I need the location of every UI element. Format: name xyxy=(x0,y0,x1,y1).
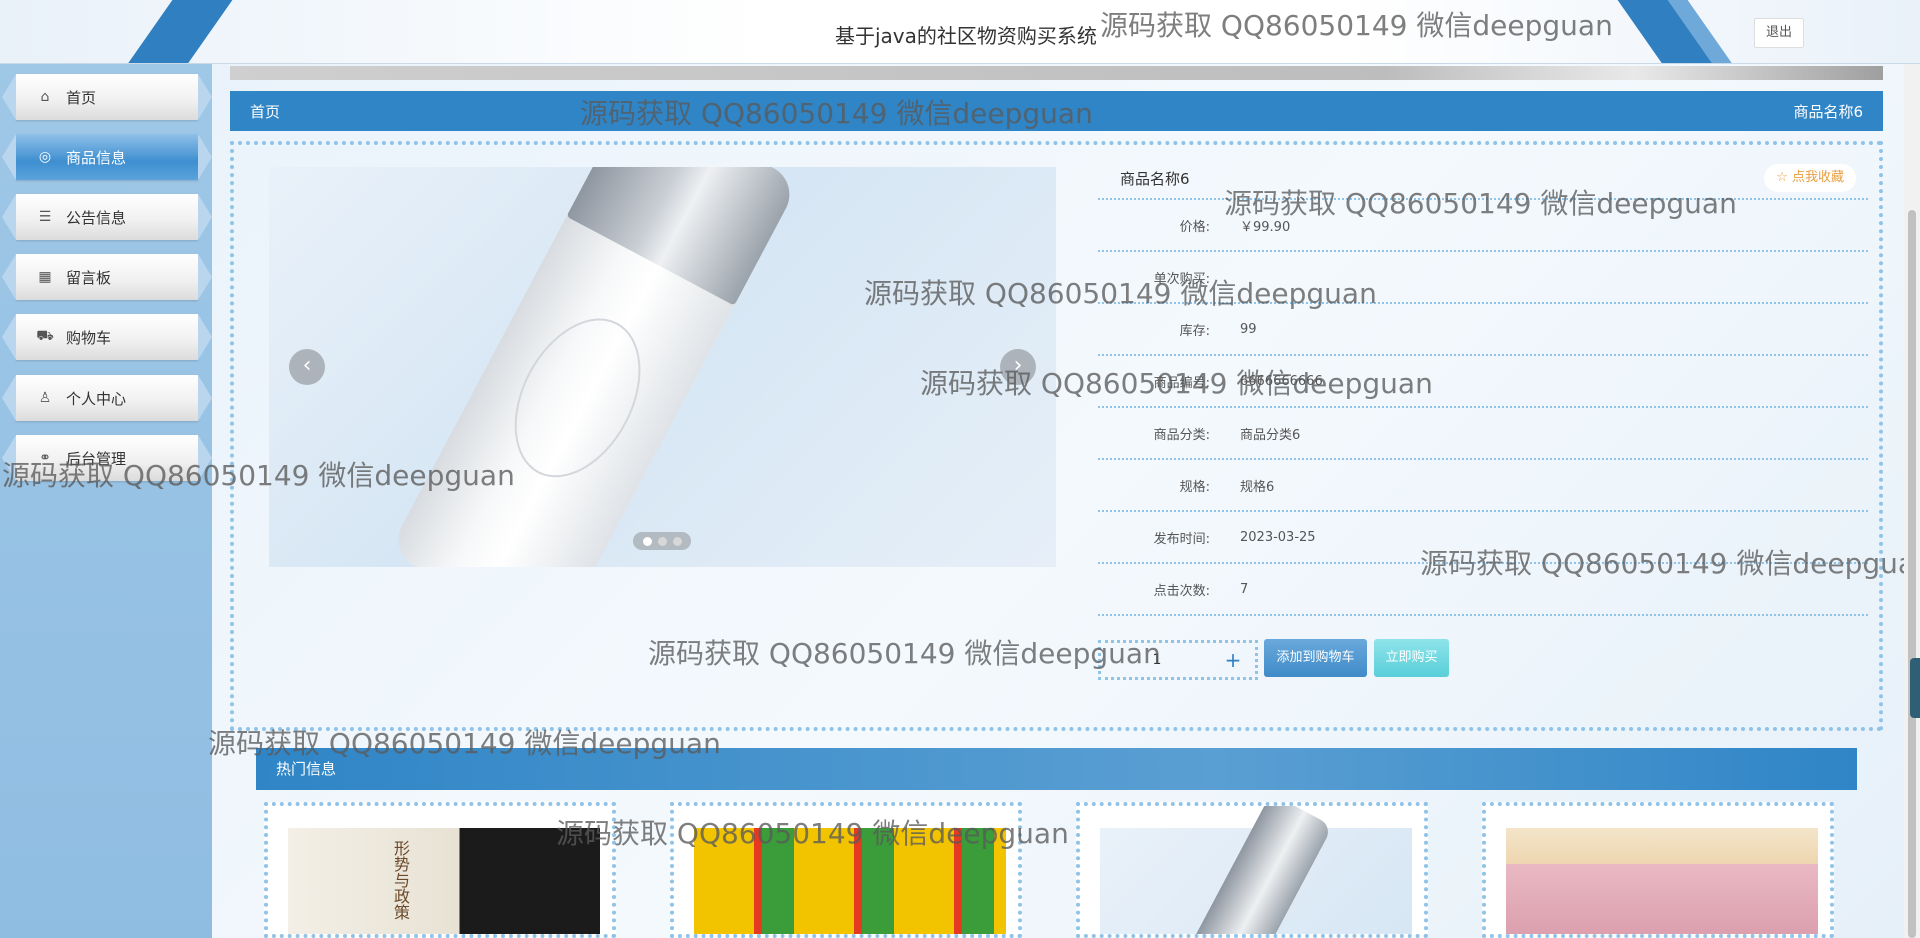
info-label: 规格: xyxy=(1179,479,1210,495)
info-label: 库存: xyxy=(1179,323,1210,339)
hot-section-title: 热门信息 xyxy=(256,748,1857,790)
info-label: 商品编号: xyxy=(1153,375,1210,391)
info-row-publish-date: 发布时间: 2023-03-25 xyxy=(1098,512,1868,564)
sidebar-item-announcements[interactable]: ☰ 公告信息 xyxy=(16,194,198,240)
hot-item-image xyxy=(1100,828,1412,934)
breadcrumb-current: 商品名称6 xyxy=(1793,102,1863,121)
product-name: 商品名称6 xyxy=(1120,169,1190,188)
quantity-stepper: + xyxy=(1098,640,1258,680)
info-value: ￥99.90 xyxy=(1240,219,1291,235)
info-row-spec: 规格: 规格6 xyxy=(1098,460,1868,512)
scrollbar-thumb[interactable] xyxy=(1908,210,1916,938)
hot-item-image xyxy=(694,828,1006,934)
info-row-clicks: 点击次数: 7 xyxy=(1098,564,1868,616)
carousel-next-icon[interactable]: › xyxy=(1000,349,1036,385)
sidebar-item-label: 购物车 xyxy=(66,328,112,347)
sidebar-item-home[interactable]: ⌂ 首页 xyxy=(16,74,198,120)
info-row-product-id: 商品编号: 6666666666 xyxy=(1098,356,1868,408)
sidebar-item-label: 商品信息 xyxy=(66,148,127,167)
info-row-single-purchase: 单次购买: xyxy=(1098,252,1868,304)
hot-item-card[interactable] xyxy=(1076,802,1428,938)
breadcrumb: 首页 商品名称6 xyxy=(230,91,1883,131)
top-header: 基于java的社区物资购买系统 退出 xyxy=(0,0,1920,64)
sliders-icon: ☰ xyxy=(38,209,52,225)
sidebar-item-label: 留言板 xyxy=(66,268,112,287)
info-value: 99 xyxy=(1240,321,1257,337)
carousel-dot[interactable] xyxy=(672,536,682,546)
site-title: 基于java的社区物资购买系统 xyxy=(835,24,1097,48)
sidebar-item-cart[interactable]: ⛟ 购物车 xyxy=(16,314,198,360)
info-value: 6666666666 xyxy=(1240,373,1323,389)
logout-button[interactable]: 退出 xyxy=(1754,18,1804,48)
top-banner-strip xyxy=(230,66,1883,80)
info-value: 2023-03-25 xyxy=(1240,529,1316,545)
home-icon: ⌂ xyxy=(40,89,50,105)
sidebar-item-products[interactable]: ◎ 商品信息 xyxy=(16,134,198,180)
sidebar-item-message-board[interactable]: ▦ 留言板 xyxy=(16,254,198,300)
sidebar-item-label: 后台管理 xyxy=(66,449,127,468)
hot-item-card[interactable] xyxy=(1482,802,1834,938)
info-label: 点击次数: xyxy=(1153,583,1210,599)
carousel-prev-icon[interactable]: ‹ xyxy=(289,349,325,385)
info-label: 商品分类: xyxy=(1153,427,1210,443)
info-row-stock: 库存: 99 xyxy=(1098,304,1868,356)
info-label: 价格: xyxy=(1179,219,1210,235)
sidebar-item-admin[interactable]: ⚭ 后台管理 xyxy=(16,435,198,481)
info-row-price: 价格: ￥99.90 xyxy=(1098,200,1868,252)
sidebar-item-label: 公告信息 xyxy=(66,208,127,227)
carousel-dot[interactable] xyxy=(642,536,652,546)
sidebar-item-label: 个人中心 xyxy=(66,389,127,408)
side-widget[interactable] xyxy=(1910,658,1920,718)
carousel-indicators xyxy=(633,532,691,550)
book-cover-title: 形势与政策 xyxy=(391,840,410,920)
product-image xyxy=(388,167,800,567)
product-title-row: 商品名称6 ☆ 点我收藏 xyxy=(1098,158,1868,200)
header-decoration xyxy=(127,0,233,63)
info-value: 商品分类6 xyxy=(1240,427,1301,443)
hot-item-card[interactable] xyxy=(670,802,1022,938)
info-label: 发布时间: xyxy=(1153,531,1210,547)
cart-icon: ⛟ xyxy=(36,328,54,344)
sidebar-item-label: 首页 xyxy=(66,88,97,107)
buy-now-button[interactable]: 立即购买 xyxy=(1374,639,1449,677)
palette-icon: ◎ xyxy=(38,149,52,165)
sidebar: ⌂ 首页 ◎ 商品信息 ☰ 公告信息 ▦ 留言板 ⛟ 购物车 ♙ 个人中心 ⚭ … xyxy=(0,64,212,938)
product-carousel xyxy=(269,167,1056,567)
info-value: 规格6 xyxy=(1240,479,1275,495)
add-to-cart-button[interactable]: 添加到购物车 xyxy=(1264,639,1367,677)
hot-item-card[interactable]: 形势与政策 xyxy=(264,802,616,938)
carousel-dot[interactable] xyxy=(657,536,667,546)
link-icon: ⚭ xyxy=(39,450,51,466)
quantity-input[interactable] xyxy=(1101,644,1213,676)
plus-icon[interactable]: + xyxy=(1213,648,1253,672)
info-label: 单次购买: xyxy=(1153,271,1210,287)
hot-item-image xyxy=(1506,828,1818,934)
breadcrumb-home[interactable]: 首页 xyxy=(250,101,280,122)
user-icon: ♙ xyxy=(38,390,52,406)
info-value: 7 xyxy=(1240,581,1249,597)
sidebar-item-profile[interactable]: ♙ 个人中心 xyxy=(16,375,198,421)
favorite-button[interactable]: ☆ 点我收藏 xyxy=(1764,164,1856,192)
hot-item-image: 形势与政策 xyxy=(288,828,600,934)
calendar-icon: ▦ xyxy=(38,269,52,285)
info-row-category: 商品分类: 商品分类6 xyxy=(1098,408,1868,460)
product-info-table: 商品名称6 ☆ 点我收藏 价格: ￥99.90 单次购买: 库存: 99 商品编… xyxy=(1098,158,1868,616)
